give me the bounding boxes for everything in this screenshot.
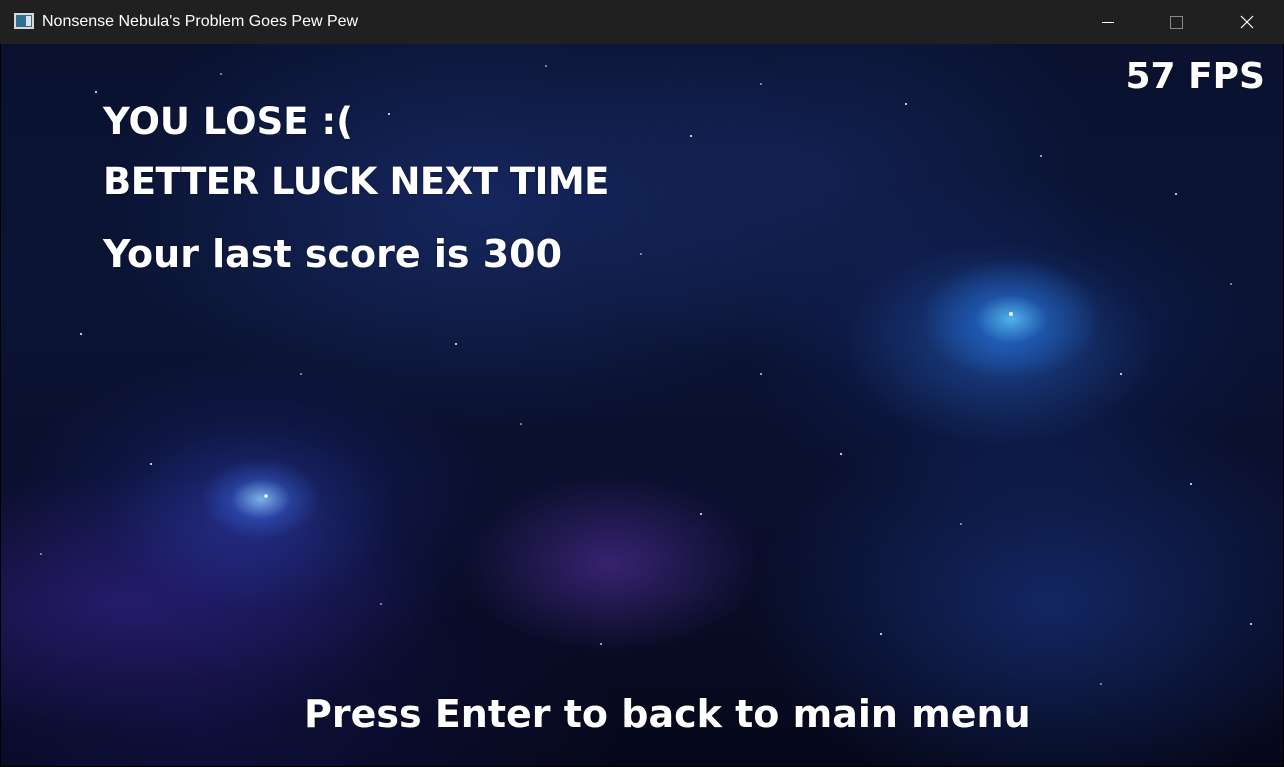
minimize-icon [1102, 22, 1114, 23]
lose-heading: YOU LOSE :( [103, 100, 354, 143]
lose-subheading: BETTER LUCK NEXT TIME [103, 160, 609, 203]
close-icon [1240, 15, 1254, 29]
last-score-text: Your last score is 300 [103, 232, 563, 276]
window-title: Nonsense Nebula's Problem Goes Pew Pew [42, 13, 359, 30]
starfield-background [40, 65, 1252, 685]
maximize-button[interactable] [1142, 0, 1212, 44]
close-button[interactable] [1212, 0, 1282, 44]
app-window-icon [14, 13, 34, 29]
game-window: Nonsense Nebula's Problem Goes Pew Pew Y… [0, 0, 1284, 767]
return-to-menu-hint: Press Enter to back to main menu [304, 692, 1031, 736]
minimize-button[interactable] [1073, 0, 1143, 44]
title-bar[interactable]: Nonsense Nebula's Problem Goes Pew Pew [0, 0, 1284, 44]
game-canvas[interactable]: YOU LOSE :( BETTER LUCK NEXT TIME Your l… [1, 44, 1283, 766]
maximize-icon [1170, 16, 1183, 29]
fps-counter: 57 FPS [1125, 56, 1265, 97]
